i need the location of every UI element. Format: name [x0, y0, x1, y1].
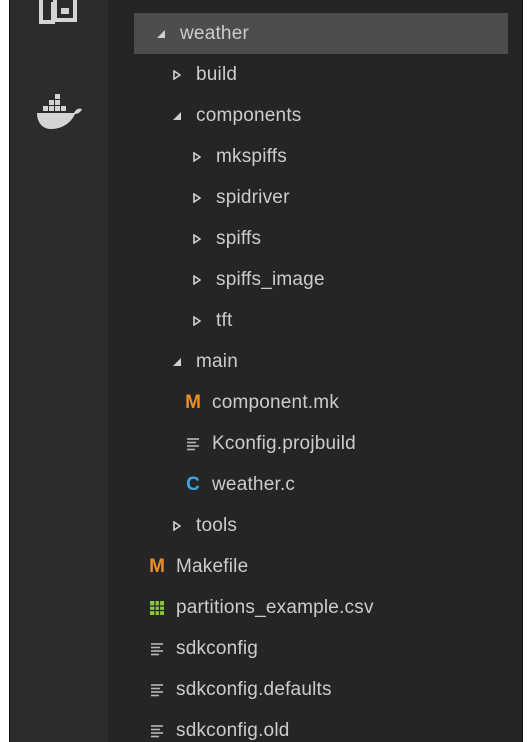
makefile-icon: M — [149, 555, 165, 577]
tree-file-row[interactable]: sdkconfig.old — [108, 710, 522, 742]
tree-folder-row[interactable]: tools — [108, 505, 522, 546]
tree-folder-row[interactable]: weather — [134, 13, 508, 54]
tree-folder-row[interactable]: mkspiffs — [108, 136, 522, 177]
text-file-icon — [184, 437, 202, 451]
tree-file-row[interactable]: Cweather.c — [108, 464, 522, 505]
text-file-icon — [148, 724, 166, 738]
tree-folder-row[interactable]: tft — [108, 300, 522, 341]
tree-file-row[interactable]: sdkconfig — [108, 628, 522, 669]
chevron-collapsed-icon[interactable] — [190, 192, 204, 203]
tree-folder-row[interactable]: spiffs_image — [108, 259, 522, 300]
c-file-icon: C — [186, 473, 200, 495]
tree-item-label: tools — [196, 514, 238, 536]
tree-item-label: spiffs_image — [216, 268, 325, 290]
chevron-collapsed-icon[interactable] — [190, 315, 204, 326]
tree-item-label: sdkconfig — [176, 637, 259, 659]
text-file-icon — [148, 642, 166, 656]
activity-bar — [10, 0, 108, 742]
tree-item-label: sdkconfig.defaults — [176, 678, 332, 700]
makefile-icon: M — [185, 391, 201, 413]
explorer-sidebar: weather build components mkspiffs spidriver s… — [108, 0, 522, 742]
tree-file-row[interactable]: sdkconfig.defaults — [108, 669, 522, 710]
tree-file-row[interactable]: partitions_example.csv — [108, 587, 522, 628]
tree-folder-row[interactable]: components — [108, 95, 522, 136]
chevron-expanded-icon[interactable] — [170, 357, 184, 367]
tree-folder-row[interactable]: spidriver — [108, 177, 522, 218]
file-tree: weather build components mkspiffs spidriver s… — [108, 0, 522, 742]
tree-item-label: components — [196, 104, 302, 126]
chevron-collapsed-icon[interactable] — [190, 274, 204, 285]
tree-item-label: mkspiffs — [216, 145, 287, 167]
tree-item-label: spidriver — [216, 186, 290, 208]
tree-file-row[interactable]: Kconfig.projbuild — [108, 423, 522, 464]
tree-item-label: spiffs — [216, 227, 262, 249]
tree-folder-row[interactable]: build — [108, 54, 522, 95]
tree-item-label: component.mk — [212, 391, 340, 413]
chevron-collapsed-icon[interactable] — [190, 151, 204, 162]
tree-item-label: weather.c — [212, 473, 296, 495]
csv-file-icon — [148, 600, 166, 616]
tree-item-label: sdkconfig.old — [176, 719, 290, 741]
chevron-collapsed-icon[interactable] — [170, 520, 184, 531]
chevron-collapsed-icon[interactable] — [190, 233, 204, 244]
docker-icon[interactable] — [10, 92, 108, 138]
tree-file-row[interactable]: M Makefile — [108, 546, 522, 587]
tree-item-label: Kconfig.projbuild — [212, 432, 356, 454]
tree-item-label: partitions_example.csv — [176, 596, 374, 618]
chevron-expanded-icon[interactable] — [154, 29, 168, 39]
tree-file-row[interactable]: Mcomponent.mk — [108, 382, 522, 423]
tree-item-label: tft — [216, 309, 233, 331]
text-file-icon — [148, 683, 166, 697]
tree-item-label: main — [196, 350, 238, 372]
explorer-icon[interactable] — [10, 0, 108, 50]
chevron-collapsed-icon[interactable] — [170, 69, 184, 80]
tree-item-label: Makefile — [176, 555, 249, 577]
vscode-window: weather build components mkspiffs spidriver s… — [9, 0, 523, 742]
chevron-expanded-icon[interactable] — [170, 111, 184, 121]
tree-folder-row[interactable]: spiffs — [108, 218, 522, 259]
tree-item-label: weather — [180, 22, 249, 44]
tree-folder-row[interactable]: main — [108, 341, 522, 382]
tree-item-label: build — [196, 63, 238, 85]
